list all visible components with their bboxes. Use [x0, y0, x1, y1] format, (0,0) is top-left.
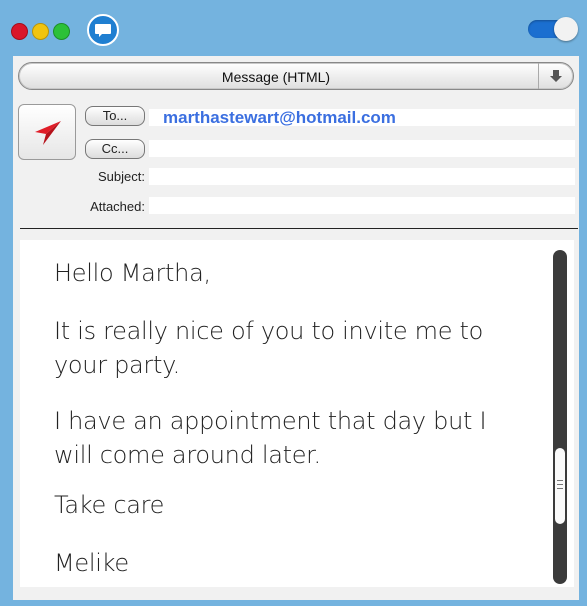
message-format-label: Message (HTML) — [221, 69, 331, 85]
send-button[interactable] — [18, 104, 76, 160]
vertical-scrollbar[interactable] — [553, 250, 567, 584]
speech-bubble-icon — [95, 24, 111, 37]
toggle-knob[interactable] — [554, 17, 578, 41]
message-paragraph: Hello Martha, — [54, 259, 211, 287]
mail-window: Message (HTML) To... Cc... marthastewart… — [0, 0, 587, 606]
to-button[interactable]: To... — [85, 106, 145, 126]
down-arrow-icon — [550, 70, 562, 82]
close-window-button[interactable] — [11, 23, 28, 40]
paper-plane-icon — [35, 121, 61, 145]
scrollbar-thumb[interactable] — [555, 448, 565, 524]
attached-field[interactable] — [149, 197, 575, 214]
grip-line — [557, 480, 563, 481]
cc-field[interactable] — [149, 140, 575, 157]
message-paragraph: It is really nice of you to invite me to… — [54, 317, 484, 379]
attached-label: Attached: — [90, 199, 145, 214]
subject-field[interactable] — [149, 168, 575, 185]
header-divider — [20, 228, 578, 229]
message-paragraph: Take care — [54, 491, 165, 519]
dropdown-arrow-button[interactable] — [538, 63, 573, 89]
title-bar — [0, 0, 587, 56]
message-format-select[interactable]: Message (HTML) — [18, 62, 574, 90]
minimize-window-button[interactable] — [32, 23, 49, 40]
to-recipient[interactable]: marthastewart@hotmail.com — [163, 108, 396, 128]
cc-button[interactable]: Cc... — [85, 139, 145, 159]
message-paragraph: I have an appointment that day but I wil… — [54, 407, 487, 469]
zoom-window-button[interactable] — [53, 23, 70, 40]
subject-label: Subject: — [98, 169, 145, 184]
toggle-switch[interactable] — [528, 17, 578, 41]
grip-line — [557, 484, 563, 485]
message-signature: Melike — [54, 549, 129, 577]
grip-line — [557, 488, 563, 489]
chat-button[interactable] — [87, 14, 119, 46]
